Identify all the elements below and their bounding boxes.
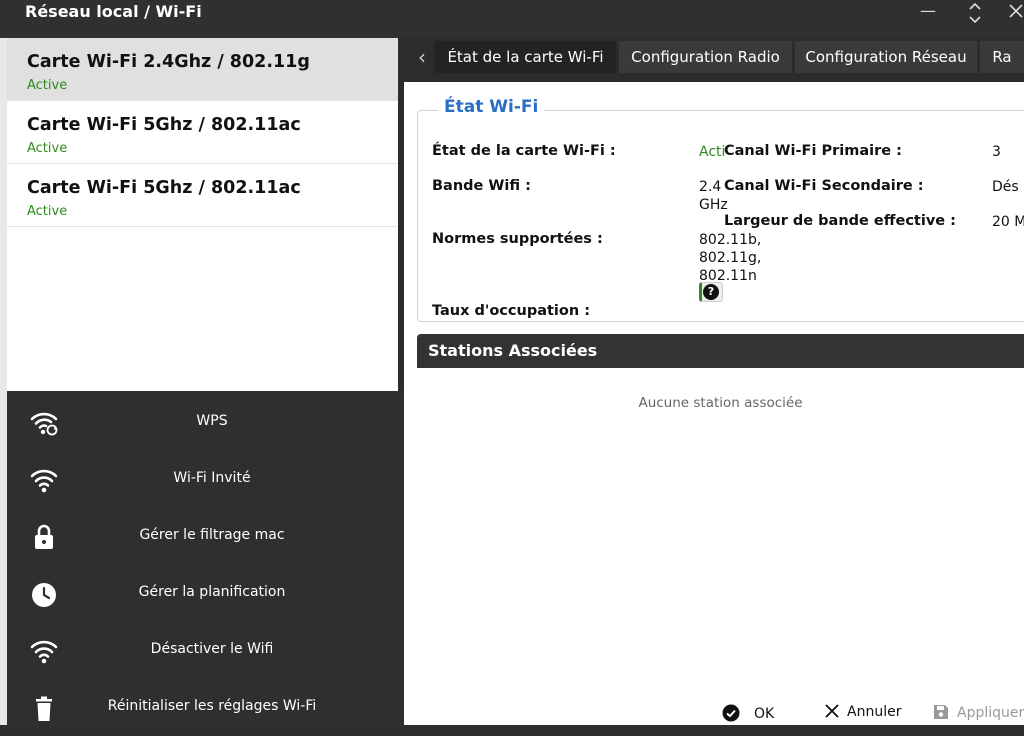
- menu-item-schedule[interactable]: Gérer la planification: [7, 565, 403, 622]
- wifi-card-item[interactable]: Carte Wi-Fi 5Ghz / 802.11ac Active: [7, 101, 398, 164]
- save-icon: [934, 705, 948, 719]
- card-name: Carte Wi-Fi 5Ghz / 802.11ac: [27, 115, 301, 135]
- occupation-meter[interactable]: ?: [699, 282, 723, 302]
- wifi-icon: [30, 469, 58, 493]
- trash-icon: [36, 696, 52, 721]
- clock-icon: [32, 583, 56, 607]
- tab-bar: ‹ État de la carte Wi-Fi Configuration R…: [404, 38, 1024, 78]
- bandwidth-value: 20 M: [992, 214, 1024, 230]
- bandwidth-label: Largeur de bande effective :: [724, 213, 956, 229]
- state-label: État de la carte Wi-Fi :: [432, 143, 616, 159]
- fieldset-legend: État Wi-Fi: [438, 97, 545, 117]
- close-icon: [825, 704, 839, 718]
- actions-menu: WPS Wi-Fi Invité Gérer le filtrage mac G…: [7, 391, 403, 725]
- main-content: État Wi-Fi État de la carte Wi-Fi : Acti…: [404, 82, 1024, 725]
- tab-network-config[interactable]: Configuration Réseau: [795, 41, 977, 73]
- apply-button[interactable]: Appliquer: [933, 704, 1024, 726]
- primary-channel-label: Canal Wi-Fi Primaire :: [724, 143, 902, 159]
- card-status: Active: [27, 141, 68, 156]
- occupation-label: Taux d'occupation :: [432, 303, 591, 319]
- wifi-sync-icon: [30, 412, 58, 436]
- lock-icon: [35, 524, 53, 549]
- check-circle-icon: [722, 704, 740, 722]
- wifi-card-list: Carte Wi-Fi 2.4Ghz / 802.11g Active Cart…: [7, 38, 398, 391]
- wifi-card-item[interactable]: Carte Wi-Fi 5Ghz / 802.11ac Active: [7, 164, 398, 227]
- secondary-channel-label: Canal Wi-Fi Secondaire :: [724, 178, 924, 194]
- card-name: Carte Wi-Fi 2.4Ghz / 802.11g: [27, 52, 310, 72]
- tab-more[interactable]: Ra: [980, 41, 1024, 73]
- stations-title: Stations Associées: [428, 341, 598, 360]
- norms-value: 802.11b, 802.11g, 802.11n: [699, 232, 762, 284]
- tab-card-state[interactable]: État de la carte Wi-Fi: [435, 41, 616, 73]
- wifi-card-item[interactable]: Carte Wi-Fi 2.4Ghz / 802.11g Active: [7, 38, 398, 101]
- expand-icon[interactable]: [963, 0, 987, 26]
- menu-label: Gérer la planification: [138, 584, 286, 600]
- wifi-state-fieldset: État Wi-Fi État de la carte Wi-Fi : Acti…: [417, 97, 1024, 322]
- menu-item-wps[interactable]: WPS: [7, 394, 403, 451]
- help-icon: ?: [703, 284, 719, 300]
- card-name: Carte Wi-Fi 5Ghz / 802.11ac: [27, 178, 301, 198]
- close-icon[interactable]: [1004, 0, 1024, 26]
- minimize-icon[interactable]: —: [916, 0, 940, 26]
- menu-label: Réinitialiser les réglages Wi-Fi: [107, 698, 317, 714]
- menu-item-guest-wifi[interactable]: Wi-Fi Invité: [7, 451, 403, 508]
- ok-button[interactable]: OK: [722, 704, 774, 726]
- menu-item-mac-filter[interactable]: Gérer le filtrage mac: [7, 508, 403, 565]
- primary-channel-value: 3: [992, 144, 1001, 160]
- stations-header: Stations Associées: [417, 334, 1024, 368]
- menu-label: Désactiver le Wifi: [150, 641, 274, 657]
- state-value: Active: [699, 144, 725, 160]
- secondary-channel-value: Dés: [992, 179, 1019, 195]
- menu-label: WPS: [196, 413, 228, 429]
- window-title: Réseau local / Wi-Fi: [25, 2, 202, 21]
- band-label: Bande Wifi :: [432, 178, 531, 194]
- wifi-icon: [30, 640, 58, 664]
- tab-prev-icon[interactable]: ‹: [412, 41, 432, 73]
- menu-item-disable-wifi[interactable]: Désactiver le Wifi: [7, 622, 403, 679]
- left-edge: [0, 38, 7, 725]
- title-bar: Réseau local / Wi-Fi —: [0, 0, 1024, 38]
- menu-item-reset-wifi[interactable]: Réinitialiser les réglages Wi-Fi: [7, 679, 403, 736]
- card-status: Active: [27, 78, 68, 93]
- card-status: Active: [27, 204, 68, 219]
- stations-empty-message: Aucune station associée: [638, 395, 803, 411]
- menu-label: Wi-Fi Invité: [173, 470, 251, 486]
- menu-label: Gérer le filtrage mac: [139, 527, 285, 543]
- cancel-button[interactable]: Annuler: [825, 704, 901, 726]
- norms-label: Normes supportées :: [432, 231, 603, 247]
- tab-radio-config[interactable]: Configuration Radio: [619, 41, 792, 73]
